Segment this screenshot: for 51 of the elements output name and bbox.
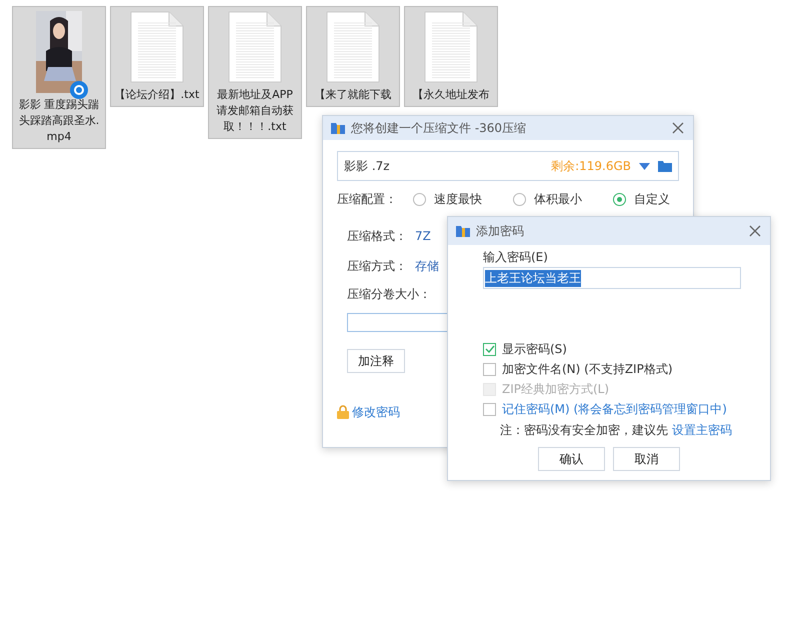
document-icon (228, 11, 282, 83)
file-name: 【来了就能下载 (314, 87, 392, 103)
option-label[interactable]: 显示密码(S) (502, 340, 567, 358)
check-icon (484, 345, 494, 353)
file-name: 【永久地址发布 (412, 87, 490, 103)
checkbox[interactable] (483, 362, 496, 376)
dropdown-icon[interactable] (639, 162, 650, 170)
comment-button[interactable]: 加注释 (347, 349, 405, 373)
close-button[interactable] (671, 121, 685, 135)
archive-icon (331, 122, 345, 134)
config-radio[interactable]: 速度最快 (413, 190, 513, 208)
file-name: 【论坛介绍】.txt (114, 87, 200, 103)
folder-icon (658, 160, 672, 172)
option-label[interactable]: 记住密码(M) (将会备忘到密码管理窗口中) (502, 400, 727, 418)
document-icon (326, 11, 380, 83)
free-space: 剩余:119.6GB (551, 158, 631, 174)
config-radio[interactable]: 自定义 (613, 190, 673, 208)
dialog-button[interactable]: 确认 (538, 447, 605, 471)
format-value[interactable]: 7Z (415, 229, 431, 243)
config-label: 压缩配置： (337, 190, 398, 208)
file-tile[interactable]: 最新地址及APP 请发邮箱自动获 取！！！.txt (208, 6, 302, 139)
security-note: 注：密码没有安全加密，建议先 (500, 422, 668, 438)
filename-text: 影影 .7z (344, 158, 391, 174)
file-tile[interactable]: 影影 重度踢头踹 头踩踏高跟圣水. mp4 (12, 6, 106, 149)
file-tile[interactable]: 【永久地址发布 (404, 6, 498, 107)
video-badge-icon (70, 81, 88, 99)
password-field[interactable]: 上老王论坛当老王 (483, 267, 741, 289)
window-title: 您将创建一个压缩文件 -360压缩 (351, 120, 528, 136)
config-radio[interactable]: 体积最小 (513, 190, 613, 208)
format-label: 压缩格式： (347, 228, 408, 244)
close-button[interactable] (748, 224, 762, 238)
dialog-button[interactable]: 取消 (613, 447, 680, 471)
password-label: 输入密码(E) (482, 249, 549, 265)
method-value[interactable]: 存储 (415, 258, 439, 274)
document-icon (130, 11, 184, 83)
file-tile[interactable]: 【来了就能下载 (306, 6, 400, 107)
filename-field[interactable]: 影影 .7z 剩余:119.6GB (337, 151, 679, 181)
file-name: 最新地址及APP 请发邮箱自动获 取！！！.txt (216, 87, 294, 135)
lock-icon (337, 405, 349, 419)
archive-icon (456, 225, 470, 237)
window-title: 添加密码 (476, 222, 525, 240)
file-name: 影影 重度踢头踹 头踩踏高跟圣水. mp4 (18, 97, 100, 145)
change-password-link[interactable]: 修改密码 (352, 404, 400, 420)
method-label: 压缩方式： (347, 258, 408, 274)
checkbox[interactable] (483, 342, 496, 356)
file-tile[interactable]: 【论坛介绍】.txt (110, 6, 204, 107)
split-label: 压缩分卷大小： (347, 286, 431, 302)
set-master-password-link[interactable]: 设置主密码 (672, 422, 732, 438)
option-label[interactable]: 加密文件名(N) (不支持ZIP格式) (502, 360, 673, 378)
checkbox[interactable] (483, 402, 496, 416)
document-icon (424, 11, 478, 83)
